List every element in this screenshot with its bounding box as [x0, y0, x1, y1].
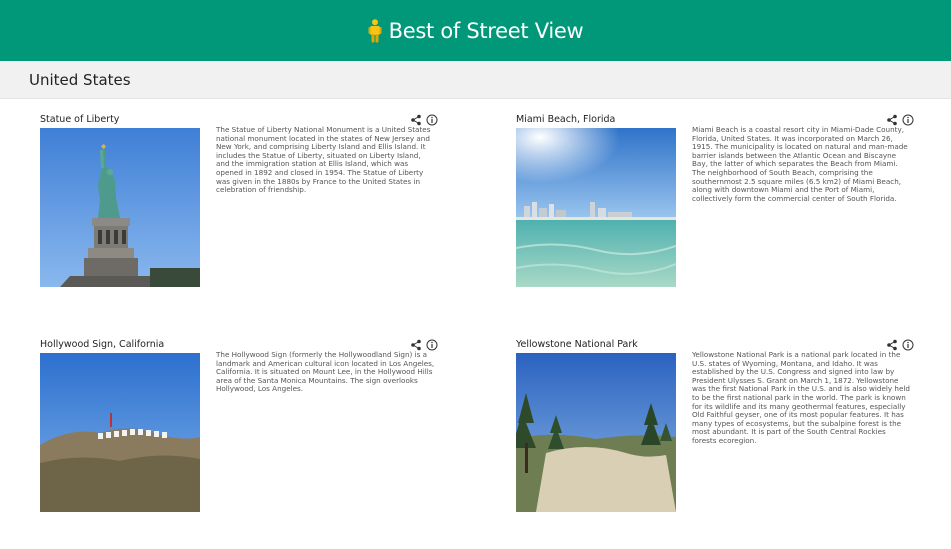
section-title: United States: [29, 71, 131, 89]
hollywood-sign-image[interactable]: [40, 353, 200, 512]
card-description: Miami Beach is a coastal resort city in …: [692, 125, 908, 203]
info-icon[interactable]: [426, 339, 438, 351]
card-description: The Hollywood Sign (formerly the Hollywo…: [216, 350, 435, 394]
info-icon[interactable]: [902, 339, 914, 351]
brand[interactable]: Best of Street View: [368, 19, 584, 43]
app-header: Best of Street View: [0, 0, 951, 61]
site-title: Best of Street View: [388, 18, 584, 43]
place-card-statue-of-liberty: Statue of Liberty The Statue of Liberty …: [40, 114, 440, 324]
card-title: Statue of Liberty: [40, 114, 120, 125]
statue-of-liberty-image[interactable]: [40, 128, 200, 287]
card-title: Miami Beach, Florida: [516, 114, 616, 125]
section-bar: United States: [0, 61, 951, 99]
yellowstone-image[interactable]: [516, 353, 676, 512]
pegman-icon: [368, 18, 382, 43]
place-card-miami-beach: Miami Beach, Florida Miami Beach is a co…: [516, 114, 916, 324]
card-description: The Statue of Liberty National Monument …: [216, 125, 431, 195]
place-card-hollywood-sign: Hollywood Sign, California The Hollywood…: [40, 339, 440, 549]
card-title: Yellowstone National Park: [516, 339, 638, 350]
card-title: Hollywood Sign, California: [40, 339, 165, 350]
miami-beach-image[interactable]: [516, 128, 676, 287]
card-description: Yellowstone National Park is a national …: [692, 350, 910, 445]
place-card-yellowstone: Yellowstone National Park Yellowstone Na…: [516, 339, 916, 549]
